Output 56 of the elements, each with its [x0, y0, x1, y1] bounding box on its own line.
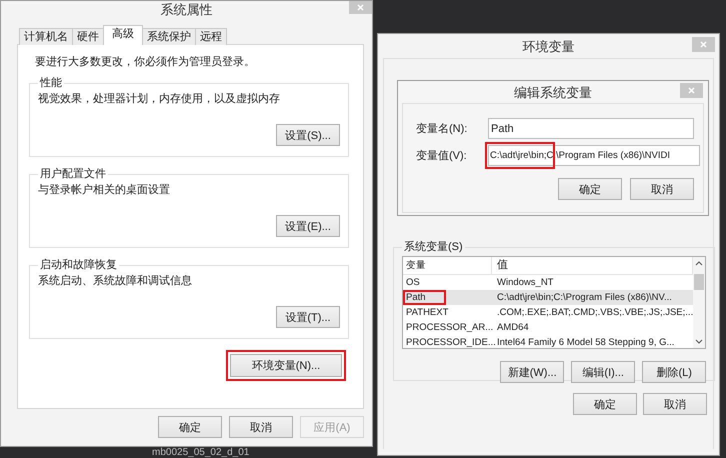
- variable-name: Path: [403, 290, 446, 305]
- settings-button[interactable]: 设置(E)...: [276, 215, 340, 237]
- variable-value: Intel64 Family 6 Model 58 Stepping 9, G...: [497, 337, 674, 348]
- field-label: 变量名(N):: [416, 122, 468, 136]
- group-description: 与登录帐户相关的桌面设置: [38, 183, 171, 197]
- dialog-button[interactable]: 取消: [229, 416, 293, 438]
- dialog-button[interactable]: 取消: [630, 178, 694, 200]
- settings-button[interactable]: 设置(S)...: [276, 124, 340, 146]
- settings-button[interactable]: 设置(T)...: [276, 306, 340, 328]
- tab[interactable]: 系统保护: [142, 28, 196, 45]
- tab[interactable]: 硬件: [72, 28, 104, 45]
- tab[interactable]: 高级: [103, 25, 143, 45]
- close-icon[interactable]: [680, 83, 703, 98]
- tab[interactable]: 远程: [195, 28, 227, 45]
- dialog-button[interactable]: 确定: [558, 178, 622, 200]
- scrollbar-thumb[interactable]: [694, 274, 704, 290]
- group-title: 系统变量(S): [403, 241, 464, 254]
- variable-name-field[interactable]: Path: [488, 118, 694, 139]
- group-description: 系统启动、系统故障和调试信息: [38, 274, 193, 288]
- field-label: 变量值(V):: [416, 148, 468, 163]
- window-title: 系统属性: [160, 2, 212, 17]
- dialog-button[interactable]: 确定: [573, 393, 637, 415]
- dialog-button[interactable]: 确定: [158, 416, 222, 438]
- scrollbar[interactable]: [693, 257, 706, 348]
- variable-name: PATHEXT: [405, 306, 450, 320]
- variable-name: OS: [405, 276, 421, 290]
- environment-variables-button[interactable]: 环境变量(N)...: [230, 354, 342, 377]
- list-action-button[interactable]: 新建(W)...: [500, 361, 564, 383]
- notice-text: 要进行大多数更改，你必须作为管理员登录。: [35, 55, 256, 69]
- variable-name: PROCESSOR_AR...: [405, 321, 494, 335]
- list-action-button[interactable]: 编辑(I)...: [571, 361, 636, 383]
- list-row[interactable]: PROCESSOR_IDE...Intel64 Family 6 Model 58 Stepping 9, G...: [403, 335, 694, 350]
- window-title: 环境变量: [522, 38, 574, 54]
- column-header[interactable]: 变量: [403, 257, 492, 274]
- dialog-title: 编辑系统变量: [514, 84, 592, 100]
- list-action-button[interactable]: 删除(L): [642, 361, 706, 383]
- list-row[interactable]: Path C:\adt\jre\bin;C:\Program Files (x86)\NV...: [403, 290, 694, 305]
- close-icon[interactable]: [692, 37, 715, 52]
- group-title: 启动和故障恢复: [39, 259, 118, 272]
- variable-value: C:\adt\jre\bin;C:\Program Files (x86)\NV...: [497, 292, 672, 303]
- group-title: 性能: [38, 77, 63, 90]
- variable-value: Windows_NT: [497, 277, 554, 288]
- list-row[interactable]: OS Windows_NT: [403, 275, 694, 290]
- tab[interactable]: 计算机名: [19, 28, 73, 45]
- dialog-button[interactable]: 取消: [643, 393, 707, 415]
- desktop-file-label: mb0025_05_02_d_01: [152, 447, 250, 458]
- variable-value: AMD64: [497, 322, 529, 333]
- scroll-down-icon[interactable]: [695, 339, 704, 344]
- group-description: 视觉效果，处理器计划，内存使用，以及虚拟内存: [38, 92, 281, 106]
- list-row[interactable]: PATHEXT .COM;.EXE;.BAT;.CMD;.VBS;.VBE;.JS;.JSE;...: [403, 305, 694, 320]
- variable-value: .COM;.EXE;.BAT;.CMD;.VBS;.VBE;.JS;.JSE;...: [497, 307, 694, 318]
- close-icon[interactable]: [349, 1, 372, 14]
- group-title: 用户配置文件: [39, 168, 107, 181]
- scroll-up-icon[interactable]: [695, 261, 704, 266]
- variable-name: PROCESSOR_IDE...: [405, 336, 497, 350]
- list-row[interactable]: PROCESSOR_AR... AMD64: [403, 320, 694, 335]
